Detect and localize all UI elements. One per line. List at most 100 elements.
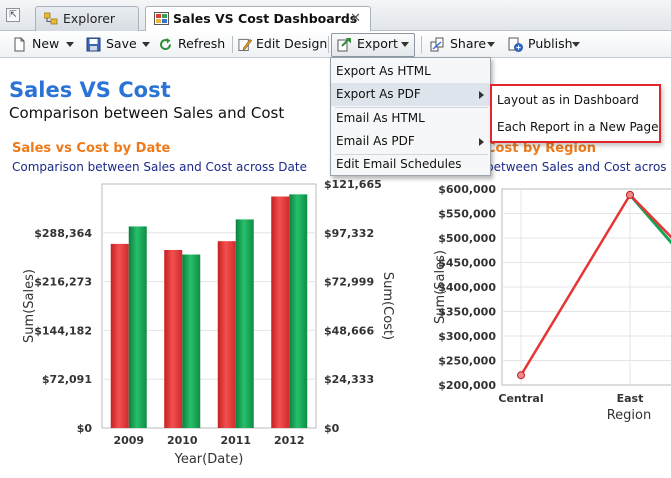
menu-item-label: Export As PDF [336,87,421,101]
restore-icon[interactable]: ⇱ [6,8,20,22]
y-tick-label: $288,364 [34,227,92,240]
y2-axis-label: Sum(Cost) [380,272,395,340]
chevron-right-icon [479,91,484,99]
new-label: New [32,36,60,51]
save-button[interactable]: Save [86,31,150,58]
tab-strip: ⇱ Explorer Sales VS Cost Dashboards ✕ [0,0,671,32]
menu-item-label: Email As HTML [336,111,425,125]
menu-item-export-html[interactable]: Export As HTML [331,60,490,83]
refresh-icon [160,38,172,51]
refresh-button[interactable]: Refresh [158,31,226,58]
share-button[interactable]: Share [430,31,496,58]
y-tick-label: $144,182 [34,324,92,337]
menu-item-edit-email-schedules[interactable]: Edit Email Schedules [331,153,490,176]
y-axis-label: Sum(Sales) [433,250,448,324]
submenu-item-label: Layout as in Dashboard [497,93,639,107]
bar-cost [182,254,201,428]
submenu-item-label: Each Report in a New Page [497,120,659,134]
chevron-right-icon [479,138,484,146]
x-tick-label: East [617,392,644,405]
save-icon [86,37,101,52]
new-icon [14,37,25,52]
toolbar-divider [232,36,233,53]
edit-design-icon [238,38,252,52]
menu-item-email-html[interactable]: Email As HTML [331,107,490,130]
x-axis-label: Year(Date) [174,452,244,467]
dashboard-subtitle: Comparison between Sales and Cost [9,104,285,122]
refresh-label: Refresh [178,36,226,51]
y-axis-label: Sum(Sales) [22,269,37,343]
y2-tick-label: $48,666 [324,324,374,337]
edit-design-button[interactable]: Edit Design [238,31,328,58]
bar-sales [164,249,183,428]
y-tick-label: $600,000 [438,183,496,196]
save-label: Save [106,36,137,51]
point-sales [517,371,525,380]
y2-tick-label: $24,333 [324,373,374,386]
y2-tick-label: $121,665 [324,178,382,191]
tab-explorer[interactable]: Explorer [35,6,139,31]
export-label: Export [357,36,398,51]
toolbar-divider [328,36,329,53]
cost-by-region-chart: $200,000$250,000$300,000$350,000$400,000… [433,183,671,423]
menu-item-email-pdf[interactable]: Email As PDF [331,130,490,153]
y-tick-label: $300,000 [438,330,496,343]
menu-item-label: Edit Email Schedules [336,157,462,171]
edit-design-label: Edit Design [256,36,328,51]
bar-cost [128,226,147,428]
x-tick-label: 2011 [220,434,251,447]
menu-item-label: Export As HTML [336,64,431,78]
menu-item-export-pdf[interactable]: Export As PDF [331,83,490,106]
dashboard-icon [154,12,169,25]
share-label: Share [450,36,487,51]
publish-label: Publish [528,36,573,51]
y2-tick-label: $0 [324,422,340,435]
chevron-down-icon [66,42,74,47]
chevron-down-icon [572,42,580,47]
submenu-item-layout-as-dashboard[interactable]: Layout as in Dashboard [492,87,659,113]
chevron-down-icon [401,42,409,47]
tab-explorer-label: Explorer [63,11,116,26]
bar-sales [217,241,236,428]
bar-cost [289,194,308,428]
x-tick-label: 2010 [167,434,198,447]
bar-sales [110,243,129,428]
toolbar: New Save Refresh Edit Design Export Shar… [0,31,671,58]
submenu-item-each-report-new-page[interactable]: Each Report in a New Page [492,114,659,140]
export-icon [337,38,351,52]
publish-button[interactable]: Publish [508,31,582,58]
bar-sales [271,196,290,428]
export-pdf-submenu: Layout as in Dashboard Each Report in a … [490,84,661,143]
toolbar-divider [421,36,422,53]
x-tick-label: 2009 [113,434,144,447]
export-dropdown-menu: Export As HTML Export As PDF Email As HT… [330,57,491,176]
y2-tick-label: $72,999 [324,276,374,289]
dashboard-title: Sales VS Cost [9,78,171,102]
y-tick-label: $216,273 [34,276,92,289]
point-sales [626,190,634,199]
chevron-down-icon [142,42,150,47]
x-tick-label: 2012 [274,434,305,447]
sales-cost-by-date-chart: $0 $72,091 $144,182 $216,273 $288,364 $0 $24,3… [22,178,395,467]
publish-icon [508,37,523,52]
y-tick-label: $500,000 [438,232,496,245]
x-tick-label: Central [498,392,543,405]
y-tick-label: $250,000 [438,355,496,368]
y2-tick-label: $97,332 [324,227,374,240]
y-tick-label: $550,000 [438,208,496,221]
y-tick-label: $72,091 [42,373,92,386]
chart1-title: Sales vs Cost by Date [12,141,171,156]
menu-item-label: Email As PDF [336,134,415,148]
new-button[interactable]: New [12,31,74,58]
close-icon[interactable]: ✕ [350,7,361,30]
tab-dashboard[interactable]: Sales VS Cost Dashboards ✕ [145,6,371,32]
x-axis-label: Region [607,408,652,423]
chart2-title: Cost by Region [486,141,597,156]
y-tick-label: $200,000 [438,379,496,392]
share-icon [430,37,444,52]
explorer-icon [44,12,58,25]
tab-dashboard-label: Sales VS Cost Dashboards [173,11,358,26]
chevron-down-icon [487,42,495,47]
export-button[interactable]: Export [337,31,413,58]
y-tick-label: $0 [77,422,93,435]
